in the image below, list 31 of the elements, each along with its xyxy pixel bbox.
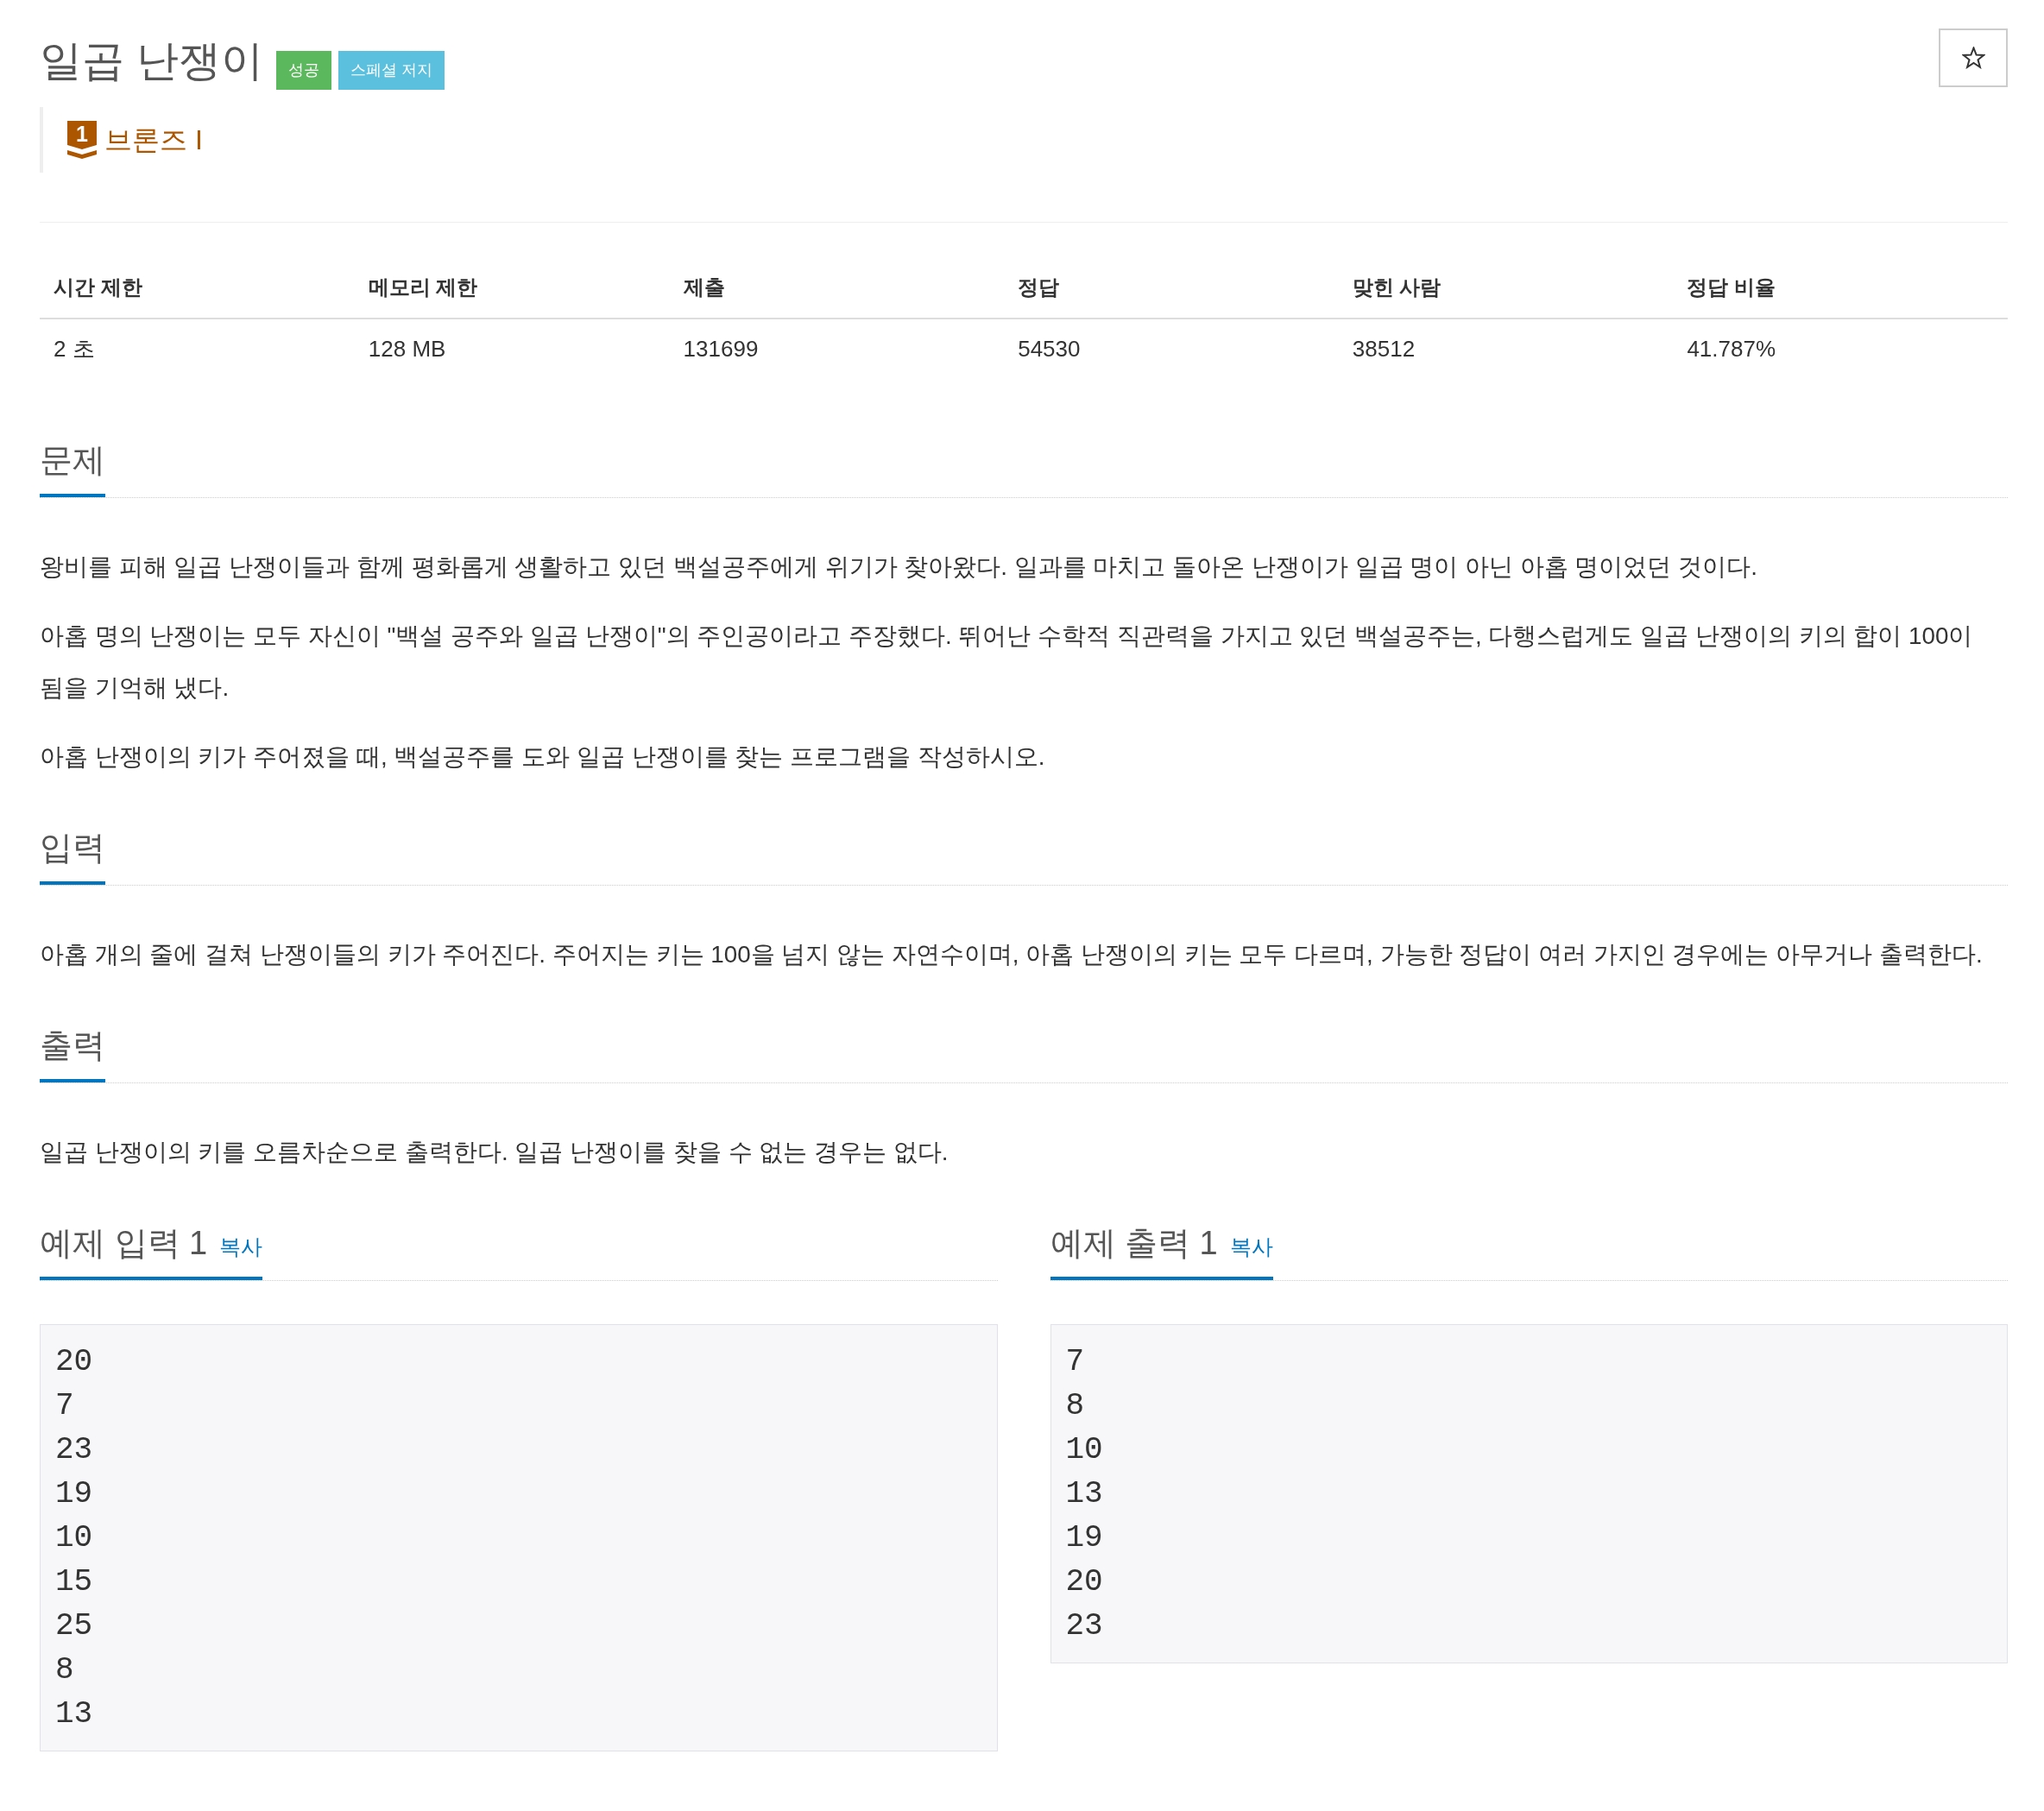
section-heading: 출력 — [40, 1026, 105, 1065]
table-cell-text: 2 초 — [53, 335, 96, 363]
column-header: 제출 — [669, 257, 1005, 319]
column-header: 메모리 제한 — [354, 257, 670, 319]
tier-name: 브론즈 I — [104, 123, 203, 157]
table-cell-text: 41.787% — [1686, 335, 1777, 363]
section-heading: 문제 — [40, 441, 105, 480]
table-cell-text: 128 MB — [367, 335, 447, 363]
table-cell-text: 54530 — [1017, 335, 1082, 363]
problem-title: 일곱 난쟁이 — [40, 36, 263, 85]
sample-data: 20 7 23 19 10 15 25 8 13 — [40, 1324, 998, 1751]
copy-link[interactable]: 복사 — [219, 1233, 263, 1261]
paragraph: 아홉 개의 줄에 걸쳐 난쟁이들의 키가 주어진다. 주어지는 키는 100을 넘지 않는 자연수이며, 아홉 난쟁이의 키는 모두 다르며, 가능한 정답이 여러 가지인 경우에는 아무거나 출력한다. — [40, 940, 1984, 969]
paragraph: 일곱 난쟁이의 키를 오름차순으로 출력한다. 일곱 난쟁이를 찾을 수 없는 경우는 없다. — [40, 1138, 949, 1167]
table-cell-text: 38512 — [1351, 335, 1416, 363]
sample-data: 7 8 10 13 19 20 23 — [1050, 1324, 2008, 1663]
column-header: 정답 비율 — [1673, 257, 2008, 319]
status-label: 성공 — [275, 51, 331, 90]
column-header: 정답 — [1004, 257, 1339, 319]
section-heading: 입력 — [40, 829, 105, 868]
paragraph: 왕비를 피해 일곱 난쟁이들과 함께 평화롭게 생활하고 있던 백설공주에게 위기가 찾아왔다. 일과를 마치고 돌아온 난쟁이가 일곱 명이 아닌 아홉 명이었던 것이다. — [40, 552, 1758, 582]
paragraph: 아홉 명의 난쟁이는 모두 자신이 "백설 공주와 일곱 난쟁이"의 주인공이라고 주장했다. 뛰어난 수학적 직관력을 가지고 있던 백설공주는, 다행스럽게도 일곱 난쟁이의 키의 합이 100이 됨을 기억해 냈다. — [40, 622, 1974, 703]
copy-link[interactable]: 복사 — [1229, 1233, 1273, 1261]
section-heading: 예제 출력 1 — [1050, 1224, 1218, 1263]
column-header: 맞힌 사람 — [1338, 257, 1674, 319]
table-cell-text: 131699 — [682, 335, 760, 363]
status-label: 스페셜 저지 — [338, 51, 445, 90]
column-header: 시간 제한 — [40, 257, 355, 319]
section-heading: 예제 입력 1 — [40, 1224, 208, 1263]
favorite-button[interactable] — [1939, 28, 2008, 87]
paragraph: 아홉 난쟁이의 키가 주어졌을 때, 백설공주를 도와 일곱 난쟁이를 찾는 프로그램을 작성하시오. — [40, 742, 1046, 772]
